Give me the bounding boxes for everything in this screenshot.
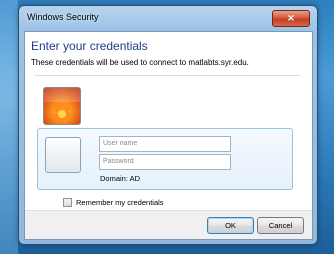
domain-label: Domain: AD [100, 174, 141, 183]
window-title: Windows Security [27, 12, 99, 22]
cancel-button[interactable]: Cancel [257, 217, 304, 234]
close-icon: × [286, 13, 296, 24]
password-field[interactable] [99, 154, 231, 170]
dialog-heading: Enter your credentials [31, 39, 148, 53]
divider [35, 75, 300, 76]
remember-credentials-row[interactable]: Remember my credentials [63, 198, 164, 207]
blank-user-tile-icon [45, 137, 81, 173]
remember-credentials-label[interactable]: Remember my credentials [76, 198, 164, 207]
credential-tile[interactable]: Domain: AD [37, 128, 293, 190]
dialog-subtext: These credentials will be used to connec… [31, 58, 249, 67]
dialog-footer: OK Cancel [25, 210, 312, 239]
windows-security-dialog: Windows Security × Enter your credential… [18, 5, 318, 245]
dialog-content: Enter your credentials These credentials… [24, 31, 313, 240]
username-field[interactable] [99, 136, 231, 152]
flower-user-tile-icon[interactable] [43, 87, 81, 125]
remember-credentials-checkbox[interactable] [63, 198, 72, 207]
ok-button[interactable]: OK [207, 217, 254, 234]
desktop-background [0, 0, 18, 254]
close-button[interactable]: × [272, 10, 310, 27]
